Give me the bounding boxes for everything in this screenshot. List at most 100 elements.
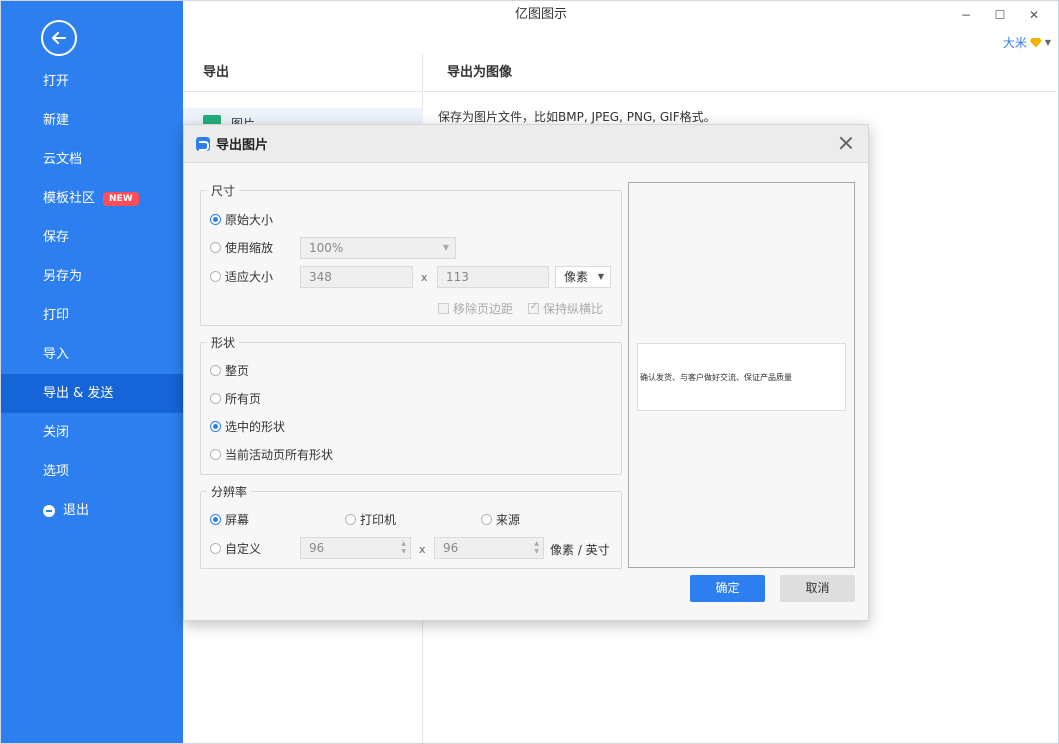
width-input[interactable]: 348: [300, 266, 413, 288]
sidebar-item-label: 导出 & 发送: [43, 386, 114, 401]
radio-label: 选中的形状: [225, 420, 286, 434]
radio-all-pages[interactable]: 所有页: [210, 390, 261, 407]
radio-custom[interactable]: 自定义: [210, 540, 261, 557]
back-button[interactable]: [41, 20, 77, 56]
radio-whole-page[interactable]: 整页: [210, 362, 249, 379]
minus-circle-icon: [43, 504, 55, 517]
sidebar-item-template-community[interactable]: 模板社区 NEW: [0, 179, 183, 218]
radio-label: 屏幕: [225, 513, 250, 527]
cancel-button[interactable]: 取消: [780, 575, 855, 602]
sidebar: 打开 新建 云文档 模板社区 NEW 保存 另存为 打印 导入 导出 & 发送 关…: [0, 0, 183, 744]
sidebar-item-save-as[interactable]: 另存为: [0, 257, 183, 296]
preview-shape: 确认发货、与客户做好交流、保证产品质量: [637, 343, 846, 411]
sidebar-item-label: 关闭: [43, 425, 70, 440]
sidebar-item-open[interactable]: 打开: [0, 62, 183, 101]
size-legend: 尺寸: [211, 184, 236, 198]
height-input[interactable]: 113: [437, 266, 549, 288]
export-image-description: 保存为图片文件，比如BMP, JPEG, PNG, GIF格式。: [438, 110, 716, 124]
radio-fit-size[interactable]: 适应大小: [210, 268, 273, 285]
radio-screen[interactable]: 屏幕: [210, 511, 249, 528]
window-controls: − ☐ ✕: [949, 4, 1051, 26]
dpi-y-value: 96: [443, 541, 459, 555]
radio-printer[interactable]: 打印机: [345, 511, 396, 528]
radio-icon: [481, 514, 492, 525]
radio-icon: [210, 271, 221, 282]
new-badge: NEW: [103, 191, 139, 206]
window-title: 亿图图示: [514, 7, 567, 22]
radio-label: 自定义: [225, 542, 262, 556]
radio-icon: [210, 421, 221, 432]
shape-legend: 形状: [211, 336, 236, 350]
radio-selected-shapes[interactable]: 选中的形状: [210, 418, 285, 435]
sidebar-item-label: 另存为: [43, 269, 83, 284]
radio-icon: [210, 242, 221, 253]
zoom-value: 100%: [309, 241, 344, 255]
checkbox-remove-margin[interactable]: 移除页边距: [438, 300, 513, 317]
dpi-x-value: 96: [309, 541, 325, 555]
radio-label: 打印机: [360, 513, 397, 527]
arrow-left-icon: [52, 32, 66, 44]
radio-icon: [345, 514, 356, 525]
vip-diamond-icon: [1029, 37, 1042, 48]
sidebar-item-options[interactable]: 选项: [0, 452, 183, 491]
sidebar-item-label: 云文档: [43, 152, 83, 167]
sidebar-item-label: 打印: [43, 308, 70, 323]
radio-label: 当前活动页所有形状: [225, 448, 334, 462]
checkbox-label: 保持纵横比: [543, 302, 604, 316]
sidebar-item-new[interactable]: 新建: [0, 101, 183, 140]
radio-label: 使用缩放: [225, 241, 274, 255]
times-label: x: [421, 271, 428, 284]
radio-icon: [210, 514, 221, 525]
dpi-x-stepper[interactable]: 96 ▲ ▼: [300, 537, 411, 559]
checkbox-icon: [528, 301, 539, 314]
caret-down-icon: ▼: [1044, 38, 1051, 47]
sidebar-item-close[interactable]: 关闭: [0, 413, 183, 452]
checkbox-icon: [438, 303, 449, 314]
radio-label: 来源: [496, 513, 521, 527]
maximize-button[interactable]: ☐: [983, 4, 1017, 26]
sidebar-item-label: 打开: [43, 74, 70, 89]
zoom-select[interactable]: 100% ▼: [300, 237, 456, 259]
export-preview: 确认发货、与客户做好交流、保证产品质量: [628, 182, 855, 568]
unit-select[interactable]: 像素 ▼: [555, 266, 611, 288]
close-icon[interactable]: [838, 135, 854, 151]
sidebar-item-label: 保存: [43, 230, 70, 245]
user-name: 大米: [1002, 36, 1027, 50]
radio-source[interactable]: 来源: [481, 511, 520, 528]
user-menu[interactable]: 大米 ▼: [1003, 34, 1051, 51]
sidebar-item-import[interactable]: 导入: [0, 335, 183, 374]
sidebar-item-label: 选项: [43, 464, 70, 479]
times-label: x: [419, 543, 426, 556]
close-window-button[interactable]: ✕: [1017, 4, 1051, 26]
sidebar-menu: 打开 新建 云文档 模板社区 NEW 保存 另存为 打印 导入 导出 & 发送 关…: [0, 62, 183, 530]
radio-icon: [210, 543, 221, 554]
checkbox-keep-ratio[interactable]: 保持纵横比: [528, 300, 603, 317]
export-image-dialog: 导出图片 尺寸 原始大小 使用缩放 100% ▼ 适应大小 348 x 113 …: [183, 124, 869, 621]
sidebar-item-exit[interactable]: 退出: [0, 491, 183, 530]
sidebar-item-label: 模板社区: [43, 191, 96, 206]
radio-label: 整页: [225, 364, 250, 378]
sidebar-item-export-send[interactable]: 导出 & 发送: [0, 374, 183, 413]
caret-down-icon: ▼: [597, 272, 604, 281]
dialog-title: 导出图片: [216, 138, 269, 153]
dpi-y-stepper[interactable]: 96 ▲ ▼: [434, 537, 544, 559]
checkbox-label: 移除页边距: [453, 302, 514, 316]
dialog-header: 导出图片: [184, 125, 868, 163]
export-panel-title: 导出: [183, 54, 422, 92]
sidebar-item-cloud-docs[interactable]: 云文档: [0, 140, 183, 179]
sidebar-item-label: 导入: [43, 347, 70, 362]
caret-down-icon: ▼: [442, 243, 449, 252]
minimize-button[interactable]: −: [949, 4, 983, 26]
sidebar-item-save[interactable]: 保存: [0, 218, 183, 257]
stepper-arrows-icon: ▲ ▼: [401, 540, 406, 555]
radio-current-page-shapes[interactable]: 当前活动页所有形状: [210, 446, 333, 463]
radio-use-zoom[interactable]: 使用缩放: [210, 239, 273, 256]
sidebar-item-print[interactable]: 打印: [0, 296, 183, 335]
radio-icon: [210, 449, 221, 460]
sidebar-item-label: 退出: [63, 503, 90, 518]
dpi-unit-label: 像素 / 英寸: [550, 543, 610, 557]
export-image-title: 导出为图像: [424, 54, 1056, 92]
app-logo-icon: [196, 136, 210, 151]
radio-original-size[interactable]: 原始大小: [210, 211, 273, 228]
ok-button[interactable]: 确定: [690, 575, 765, 602]
